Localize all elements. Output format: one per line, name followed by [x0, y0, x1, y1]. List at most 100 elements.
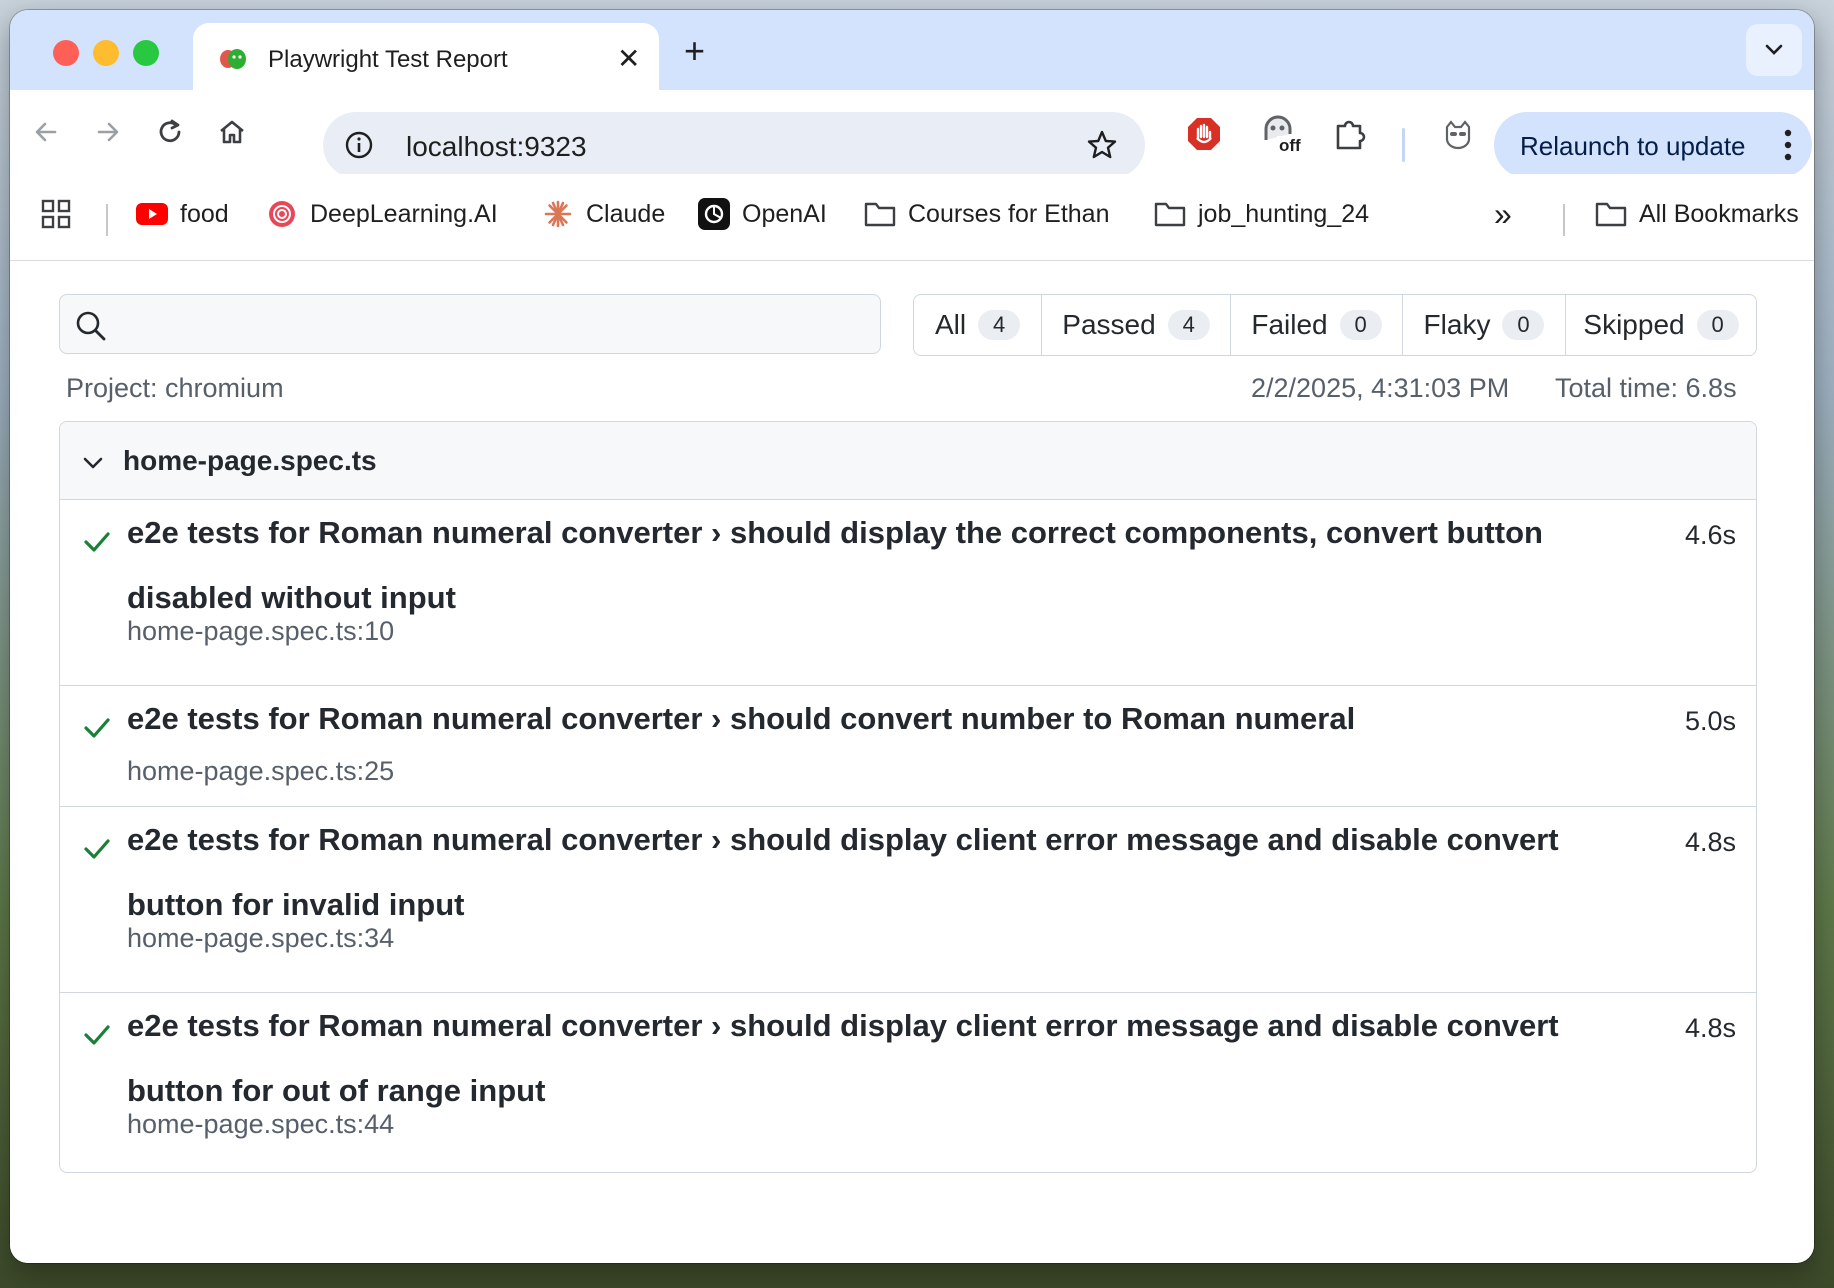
puzzle-piece-icon — [1336, 120, 1366, 150]
run-datetime: 2/2/2025, 4:31:03 PM — [1251, 373, 1510, 403]
bookmark-label: OpenAI — [742, 199, 827, 228]
check-icon — [84, 718, 110, 738]
test-duration: 4.6s — [1684, 520, 1736, 550]
openai-icon — [698, 198, 730, 230]
filter-failed[interactable]: Failed 0 — [1231, 295, 1403, 355]
test-duration: 5.0s — [1684, 706, 1736, 736]
close-window-button[interactable] — [53, 40, 79, 66]
bookmark-label: Claude — [586, 199, 666, 228]
bookmark-deeplearning[interactable]: DeepLearning.AI — [266, 194, 498, 234]
filter-passed[interactable]: Passed 4 — [1042, 295, 1231, 355]
test-file-group: home-page.spec.ts e2e tests for Roman nu… — [59, 421, 1757, 1173]
tab-search-button[interactable] — [1746, 24, 1802, 76]
report-page: All 4 Passed 4 Failed 0 Flaky 0 Skipped … — [10, 261, 1814, 1263]
test-row[interactable]: e2e tests for Roman numeral converter › … — [60, 993, 1756, 1172]
profile-button[interactable] — [1438, 114, 1478, 154]
youtube-icon — [136, 198, 168, 230]
bookmarks-bar: food DeepLearning.AI Claude OpenAI Cours… — [10, 174, 1814, 261]
bookmark-folder-job-hunting[interactable]: job_hunting_24 — [1154, 194, 1369, 234]
test-title[interactable]: e2e tests for Roman numeral converter › … — [127, 500, 1607, 630]
test-search-input[interactable] — [59, 294, 881, 354]
bookmark-label: food — [180, 199, 229, 228]
test-title[interactable]: e2e tests for Roman numeral converter › … — [127, 807, 1607, 937]
extensions-button[interactable] — [1330, 114, 1370, 154]
bookmark-label: DeepLearning.AI — [310, 199, 498, 228]
tab-strip: Playwright Test Report ✕ + — [10, 10, 1814, 95]
deeplearning-icon — [266, 198, 298, 230]
filter-count: 0 — [1696, 310, 1739, 340]
reload-icon — [159, 119, 181, 143]
test-location: home-page.spec.ts:44 — [127, 1109, 395, 1139]
search-icon — [76, 311, 106, 341]
bookmark-star-icon[interactable] — [1085, 128, 1119, 162]
bookmark-label: Courses for Ethan — [908, 199, 1110, 228]
bookmark-openai[interactable]: OpenAI — [698, 194, 827, 234]
home-button[interactable] — [214, 114, 250, 150]
filter-label: All — [934, 309, 967, 340]
new-tab-button[interactable]: + — [684, 33, 705, 69]
file-header[interactable]: home-page.spec.ts — [60, 422, 1756, 500]
test-location: home-page.spec.ts:25 — [127, 756, 395, 786]
apps-button[interactable] — [40, 194, 72, 234]
folder-icon — [864, 198, 896, 230]
minimize-window-button[interactable] — [93, 40, 119, 66]
address-bar[interactable]: localhost:9323 — [323, 112, 1145, 178]
filter-label: Failed — [1251, 309, 1328, 340]
filter-label: Flaky — [1423, 309, 1491, 340]
status-filter-bar: All 4 Passed 4 Failed 0 Flaky 0 Skipped … — [913, 294, 1757, 356]
filter-count: 4 — [1167, 310, 1210, 340]
playwright-favicon-icon — [220, 49, 246, 69]
browser-window: Playwright Test Report ✕ + localhost:932… — [10, 10, 1814, 1263]
adblock-extension-button[interactable] — [1184, 114, 1224, 154]
test-location: home-page.spec.ts:10 — [127, 616, 395, 646]
claude-icon — [542, 198, 574, 230]
relaunch-to-update-button[interactable]: Relaunch to update — [1494, 112, 1812, 178]
close-tab-icon[interactable]: ✕ — [617, 45, 640, 73]
folder-icon — [1154, 198, 1186, 230]
extension-badge: off — [1277, 136, 1303, 156]
adblock-icon — [1188, 118, 1220, 150]
arrow-right-icon — [97, 122, 119, 142]
more-vert-icon — [1784, 129, 1792, 161]
forward-button[interactable] — [90, 114, 126, 150]
check-icon — [84, 532, 110, 552]
folder-icon — [1595, 198, 1627, 230]
filter-skipped[interactable]: Skipped 0 — [1566, 295, 1756, 355]
test-row[interactable]: e2e tests for Roman numeral converter › … — [60, 807, 1756, 993]
chevron-down-icon — [83, 457, 103, 469]
test-duration: 4.8s — [1684, 1013, 1736, 1043]
bookmark-folder-courses[interactable]: Courses for Ethan — [864, 194, 1110, 234]
bookmark-claude[interactable]: Claude — [542, 194, 665, 234]
bookmarks-divider — [106, 204, 108, 236]
check-icon — [84, 1025, 110, 1045]
test-row[interactable]: e2e tests for Roman numeral converter › … — [60, 500, 1756, 686]
file-name: home-page.spec.ts — [123, 445, 377, 476]
toolbar-divider — [1402, 128, 1405, 162]
incognito-profile-icon — [1445, 120, 1471, 150]
test-title[interactable]: e2e tests for Roman numeral converter › … — [127, 686, 1607, 751]
project-label: Project: chromium — [66, 373, 284, 403]
reload-button[interactable] — [152, 114, 188, 150]
filter-count: 0 — [1502, 310, 1545, 340]
all-bookmarks-button[interactable]: All Bookmarks — [1595, 194, 1799, 234]
url-text[interactable]: localhost:9323 — [406, 131, 587, 163]
test-row[interactable]: e2e tests for Roman numeral converter › … — [60, 686, 1756, 807]
tracking-extension-button[interactable]: off — [1255, 114, 1303, 156]
filter-flaky[interactable]: Flaky 0 — [1403, 295, 1566, 355]
filter-all[interactable]: All 4 — [914, 295, 1042, 355]
active-tab[interactable]: Playwright Test Report ✕ — [193, 23, 659, 95]
filter-label: Skipped — [1583, 309, 1685, 340]
back-button[interactable] — [28, 114, 64, 150]
bookmark-label: job_hunting_24 — [1198, 199, 1369, 228]
bookmarks-divider — [1563, 204, 1565, 236]
site-info-icon[interactable] — [344, 130, 374, 160]
test-title[interactable]: e2e tests for Roman numeral converter › … — [127, 993, 1607, 1123]
tab-title: Playwright Test Report — [268, 46, 508, 73]
bookmarks-overflow-button[interactable]: » — [1494, 194, 1512, 234]
maximize-window-button[interactable] — [133, 40, 159, 66]
arrow-left-icon — [35, 122, 57, 142]
all-bookmarks-label: All Bookmarks — [1639, 199, 1799, 228]
home-icon — [220, 120, 244, 144]
total-time: Total time: 6.8s — [1555, 373, 1737, 403]
bookmark-food[interactable]: food — [136, 194, 229, 234]
